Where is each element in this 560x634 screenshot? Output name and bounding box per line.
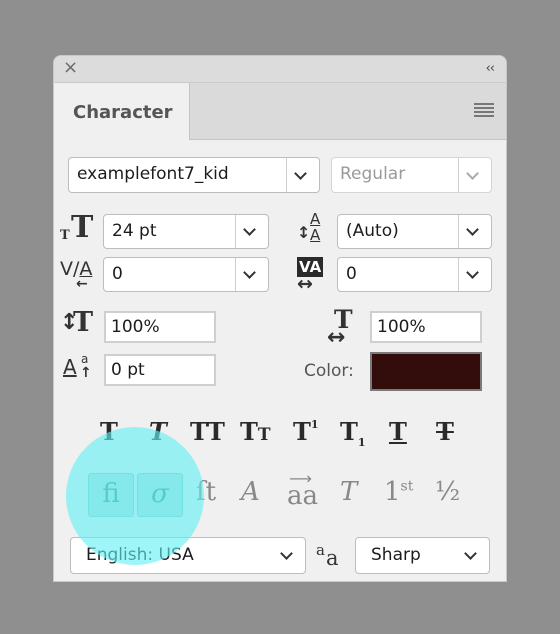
tab-label: Character xyxy=(73,102,173,123)
chevron-down-icon xyxy=(294,167,307,180)
small-caps-button[interactable]: TT xyxy=(240,417,271,446)
ordinals-button[interactable]: 1st xyxy=(384,477,413,507)
vertical-scale-value: 100% xyxy=(111,317,160,337)
horizontal-scale-value: 100% xyxy=(377,317,426,337)
language-value: English: USA xyxy=(86,545,194,565)
font-style-dropdown-button[interactable] xyxy=(458,158,491,192)
font-family-value: examplefont7_kid xyxy=(77,164,229,184)
chevron-down-icon xyxy=(243,223,256,236)
font-style-value: Regular xyxy=(340,164,406,184)
faux-italic-button[interactable]: T xyxy=(149,417,167,446)
chevron-down-icon xyxy=(280,547,293,560)
chevron-down-icon xyxy=(466,223,479,236)
superscript-button[interactable]: T1 xyxy=(293,417,319,446)
chevron-down-icon xyxy=(243,266,256,279)
kerning-value: 0 xyxy=(112,264,123,284)
leading-value: (Auto) xyxy=(346,221,399,241)
close-icon[interactable]: × xyxy=(63,59,78,77)
discretionary-ligatures-button[interactable]: ſt xyxy=(196,477,216,507)
color-swatch[interactable] xyxy=(370,352,482,391)
tab-character[interactable]: Character xyxy=(54,83,190,140)
font-size-value: 24 pt xyxy=(112,221,157,241)
chevron-down-icon xyxy=(466,266,479,279)
contextual-alternates-button[interactable]: σ xyxy=(137,473,183,517)
color-label: Color: xyxy=(304,361,354,381)
strikethrough-button[interactable]: T xyxy=(436,417,454,446)
language-select[interactable]: English: USA xyxy=(70,537,306,574)
panel-titlebar: × ‹‹ xyxy=(54,56,506,83)
horizontal-scale-input[interactable]: 100% xyxy=(370,311,482,343)
leading-select[interactable]: (Auto) xyxy=(337,214,492,249)
panel-menu-icon[interactable] xyxy=(474,103,494,119)
swash-button[interactable]: A xyxy=(241,477,260,507)
fractions-button[interactable]: ½ xyxy=(435,477,460,507)
antialias-select[interactable]: Sharp xyxy=(355,537,490,574)
faux-bold-button[interactable]: T xyxy=(100,417,118,446)
antialias-dropdown-button[interactable] xyxy=(457,538,489,573)
font-family-select[interactable]: examplefont7_kid xyxy=(68,157,320,193)
chevron-down-icon xyxy=(464,547,477,560)
baseline-shift-value: 0 pt xyxy=(111,360,145,380)
titling-alternates-button[interactable]: T xyxy=(340,477,357,507)
underline-button[interactable]: T xyxy=(389,417,407,446)
standard-ligatures-button[interactable]: ﬁ xyxy=(88,473,134,517)
tab-row: Character xyxy=(54,83,506,140)
font-family-dropdown-button[interactable] xyxy=(286,158,319,192)
kerning-dropdown-button[interactable] xyxy=(235,258,268,291)
tracking-value: 0 xyxy=(346,264,357,284)
all-caps-button[interactable]: TT xyxy=(190,417,225,446)
antialias-value: Sharp xyxy=(371,545,421,565)
baseline-shift-input[interactable]: 0 pt xyxy=(104,354,216,386)
subscript-button[interactable]: T1 xyxy=(340,417,366,449)
font-size-select[interactable]: 24 pt xyxy=(103,214,269,249)
leading-dropdown-button[interactable] xyxy=(458,215,491,248)
font-style-select[interactable]: Regular xyxy=(331,157,492,193)
collapse-icon[interactable]: ‹‹ xyxy=(486,61,495,76)
tracking-select[interactable]: 0 xyxy=(337,257,492,292)
font-size-dropdown-button[interactable] xyxy=(235,215,268,248)
language-dropdown-button[interactable] xyxy=(273,538,305,573)
vertical-scale-input[interactable]: 100% xyxy=(104,311,216,343)
chevron-down-icon xyxy=(466,167,479,180)
kerning-select[interactable]: 0 xyxy=(103,257,269,292)
tracking-dropdown-button[interactable] xyxy=(458,258,491,291)
